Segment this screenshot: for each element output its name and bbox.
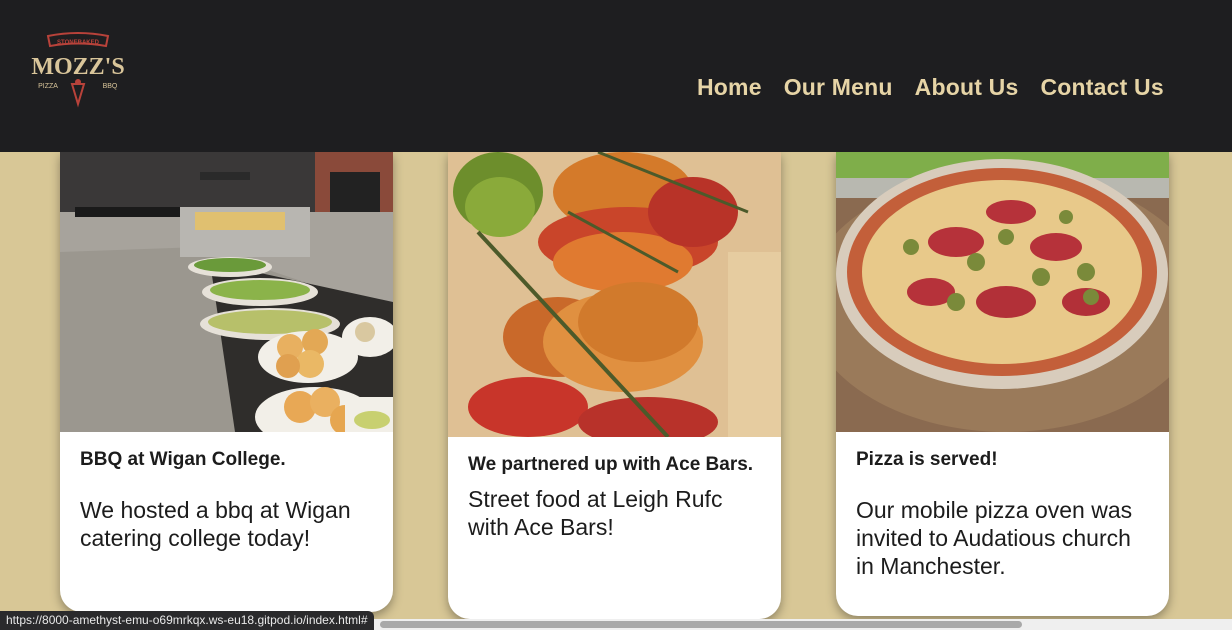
card-text: We hosted a bbq at Wigan catering colleg… [80, 497, 351, 551]
nav-contact-us[interactable]: Contact Us [1040, 74, 1163, 101]
news-card-pizza[interactable]: Pizza is served! Our mobile pizza oven w… [836, 152, 1169, 616]
site-header: STONEBAKED MOZZ'S PIZZA BBQ Home Our Men… [0, 0, 1232, 152]
mozzs-logo-graphic: STONEBAKED MOZZ'S PIZZA BBQ [31, 32, 125, 108]
card-title: Pizza is served! [856, 449, 998, 470]
nav-our-menu[interactable]: Our Menu [784, 74, 893, 101]
nav-home[interactable]: Home [697, 74, 762, 101]
mozzs-logo[interactable]: STONEBAKED MOZZ'S PIZZA BBQ [26, 30, 130, 110]
main-nav: Home Our Menu About Us Contact Us [697, 74, 1164, 101]
card-text: Street food at Leigh Rufc with Ace Bars! [468, 486, 723, 540]
card-text: Our mobile pizza oven was invited to Aud… [856, 497, 1133, 579]
card-title: BBQ at Wigan College. [80, 449, 286, 470]
logo-left-text: PIZZA [38, 83, 58, 90]
news-card-bbq[interactable]: BBQ at Wigan College. We hosted a bbq at… [60, 152, 393, 612]
logo-name-text: MOZZ'S [31, 54, 124, 80]
nav-about-us[interactable]: About Us [915, 74, 1019, 101]
bbq-buffet-photo [60, 152, 393, 432]
scrollbar-thumb[interactable] [380, 621, 1022, 628]
news-card-ace-bars[interactable]: We partnered up with Ace Bars. Street fo… [448, 152, 781, 619]
logo-top-text: STONEBAKED [57, 40, 100, 46]
pizza-photo [836, 152, 1169, 432]
logo-right-text: BBQ [103, 83, 118, 90]
card-title: We partnered up with Ace Bars. [468, 454, 754, 475]
chicken-skewer-photo [448, 152, 781, 437]
status-url-bar: https://8000-amethyst-emu-o69mrkqx.ws-eu… [0, 611, 374, 630]
